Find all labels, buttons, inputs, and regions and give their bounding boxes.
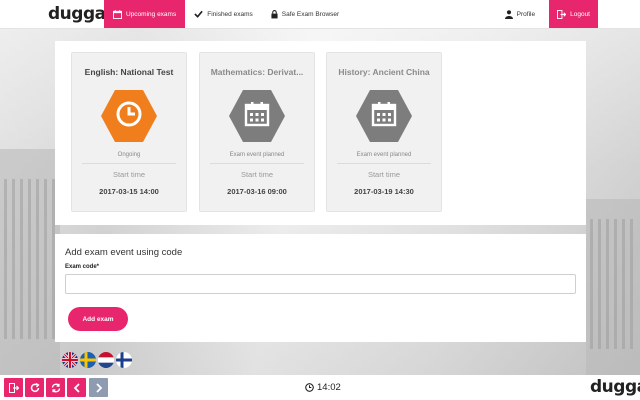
nav-safe-exam-browser[interactable]: Safe Exam Browser [262,0,348,28]
clock-time: 14:02 [317,382,341,393]
forward-button[interactable] [89,378,108,397]
nav-upcoming-exams-label: Upcoming exams [126,10,177,18]
forward-icon [95,382,103,393]
user-icon [504,9,513,19]
reload-button[interactable] [25,378,44,397]
add-exam-title: Add exam event using code [65,247,183,258]
card-divider [82,163,176,164]
exam-card-start-time: 2017-03-19 14:30 [354,187,414,196]
nav-profile-label: Profile [516,10,536,18]
exam-card-start-label: Start time [112,170,146,179]
uk-flag-icon[interactable] [62,352,78,368]
exam-status-badge [355,87,413,145]
checkmark-icon [194,10,203,18]
dugga-logo: dugga [590,377,640,397]
exam-card-status: Ongoing [117,152,141,158]
refresh-button[interactable] [46,378,65,397]
exam-card-title: History: Ancient China [338,67,430,77]
refresh-icon [51,383,61,393]
clock-icon [115,100,143,133]
language-selector [62,352,132,368]
finland-flag-icon[interactable] [116,352,132,368]
top-navigation: dugga Upcoming exams Finished exams Safe… [0,0,640,29]
exam-card-history[interactable]: History: Ancient China Exam event planne… [326,52,442,212]
exam-status-badge [100,87,158,145]
bottom-toolbar: 14:02 dugga [0,375,640,400]
lock-icon [271,9,278,19]
back-button[interactable] [67,378,86,397]
exit-button[interactable] [4,378,23,397]
netherlands-flag-icon[interactable] [98,352,114,368]
card-divider [210,163,304,164]
clock-icon [305,383,314,392]
exam-card-status: Exam event planned [356,152,412,158]
nav-profile[interactable]: Profile [496,0,549,28]
logout-button[interactable]: Logout [549,0,598,28]
nav-safe-exam-browser-label: Safe Exam Browser [281,10,340,18]
calendar-icon [370,100,398,133]
exam-card-title: Mathematics: Derivat... [210,67,304,77]
exit-icon [8,382,19,393]
sweden-flag-icon[interactable] [80,352,96,368]
exam-card-english[interactable]: English: National Test Ongoing Start tim… [71,52,187,212]
exam-clock: 14:02 [305,382,341,393]
nav-upcoming-exams[interactable]: Upcoming exams [104,0,186,28]
calendar-icon [243,100,271,133]
card-divider [337,163,431,164]
upcoming-exams-panel: English: National Test Ongoing Start tim… [55,41,586,225]
exam-card-start-time: 2017-03-16 09:00 [227,187,287,196]
calendar-icon [113,9,122,19]
exam-card-start-time: 2017-03-15 14:00 [99,187,159,196]
add-exam-panel: Add exam event using code Exam code* Add… [55,234,586,342]
exam-card-start-label: Start time [240,170,274,179]
exam-code-label: Exam code* [65,264,100,270]
exam-card-start-label: Start time [367,170,401,179]
nav-finished-exams-label: Finished exams [207,10,253,18]
dugga-logo[interactable]: dugga [0,0,106,28]
exam-card-status: Exam event planned [229,152,285,158]
logout-label: Logout [570,10,590,18]
exam-card-mathematics[interactable]: Mathematics: Derivat... Exam event plann… [199,52,315,212]
nav-finished-exams[interactable]: Finished exams [185,0,262,28]
exam-card-title: English: National Test [84,67,174,77]
add-exam-button[interactable]: Add exam [68,307,128,331]
reload-icon [30,382,40,393]
back-icon [73,382,81,393]
exam-status-badge [228,87,286,145]
exam-code-input[interactable] [65,274,576,294]
logout-icon [557,9,567,19]
